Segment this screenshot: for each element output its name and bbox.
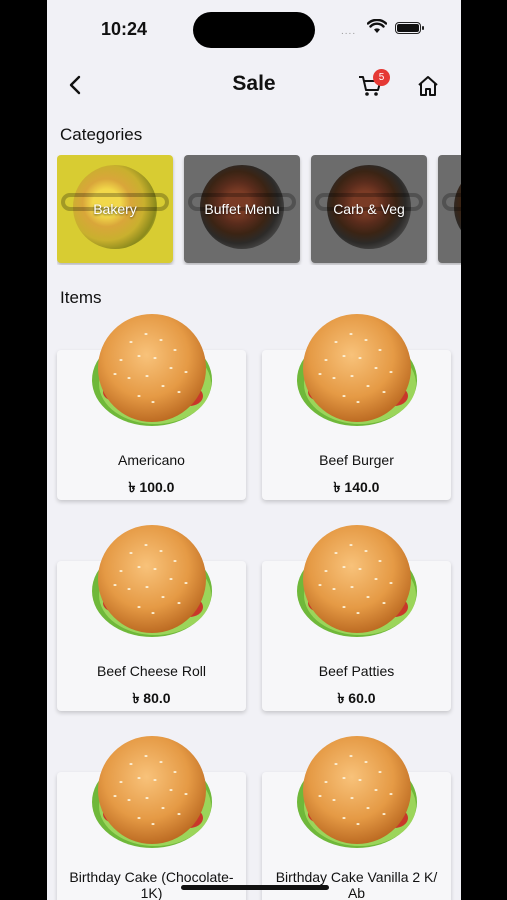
app-screen: 10:24 .... Sale 5 Categories Bakery Buff… [47,0,461,900]
home-indicator[interactable] [181,885,329,890]
burger-image [297,525,417,637]
item-card-beef-patties[interactable]: Beef Patties ৳ 60.0 [262,525,451,711]
category-label: Buffet Menu [204,201,280,217]
nav-bar: Sale 5 [47,62,461,108]
item-price: ৳ 80.0 [132,690,171,706]
item-card-birthday-cake-chocolate[interactable]: Birthday Cake (Chocolate-1K) [57,736,246,900]
category-image [442,165,461,249]
burger-image [297,314,417,426]
item-name: Americano [118,452,185,468]
item-price: ৳ 100.0 [128,479,175,495]
status-bar: 10:24 .... [47,0,461,60]
burger-image [92,314,212,426]
signal-icon: .... [341,26,357,37]
item-name: Beef Burger [319,452,394,468]
home-icon[interactable] [415,73,441,99]
burger-image [297,736,417,848]
category-list: Bakery Buffet Menu Carb & Veg [57,155,461,265]
categories-heading: Categories [60,125,143,144]
category-card-bakery[interactable]: Bakery [57,155,173,263]
item-name: Beef Cheese Roll [97,663,206,679]
page-title: Sale [232,72,276,95]
category-card-partial[interactable] [438,155,461,263]
category-card-buffet-menu[interactable]: Buffet Menu [184,155,300,263]
battery-icon [395,22,424,34]
items-heading: Items [60,288,102,307]
burger-image [92,736,212,848]
category-card-carb-veg[interactable]: Carb & Veg [311,155,427,263]
burger-image [92,525,212,637]
item-card-beef-burger[interactable]: Beef Burger ৳ 140.0 [262,314,451,500]
cart-count-badge: 5 [373,69,390,86]
wifi-icon [367,19,387,33]
item-card-beef-cheese-roll[interactable]: Beef Cheese Roll ৳ 80.0 [57,525,246,711]
item-price: ৳ 140.0 [333,479,380,495]
status-time: 10:24 [101,19,148,39]
item-card-americano[interactable]: Americano ৳ 100.0 [57,314,246,500]
category-label: Carb & Veg [333,201,405,217]
category-label: Bakery [93,201,137,217]
item-price: ৳ 60.0 [337,690,376,706]
item-card-birthday-cake-vanilla[interactable]: Birthday Cake Vanilla 2 K/ Ab [262,736,451,900]
item-name: Beef Patties [318,663,395,679]
dynamic-island [193,12,315,48]
